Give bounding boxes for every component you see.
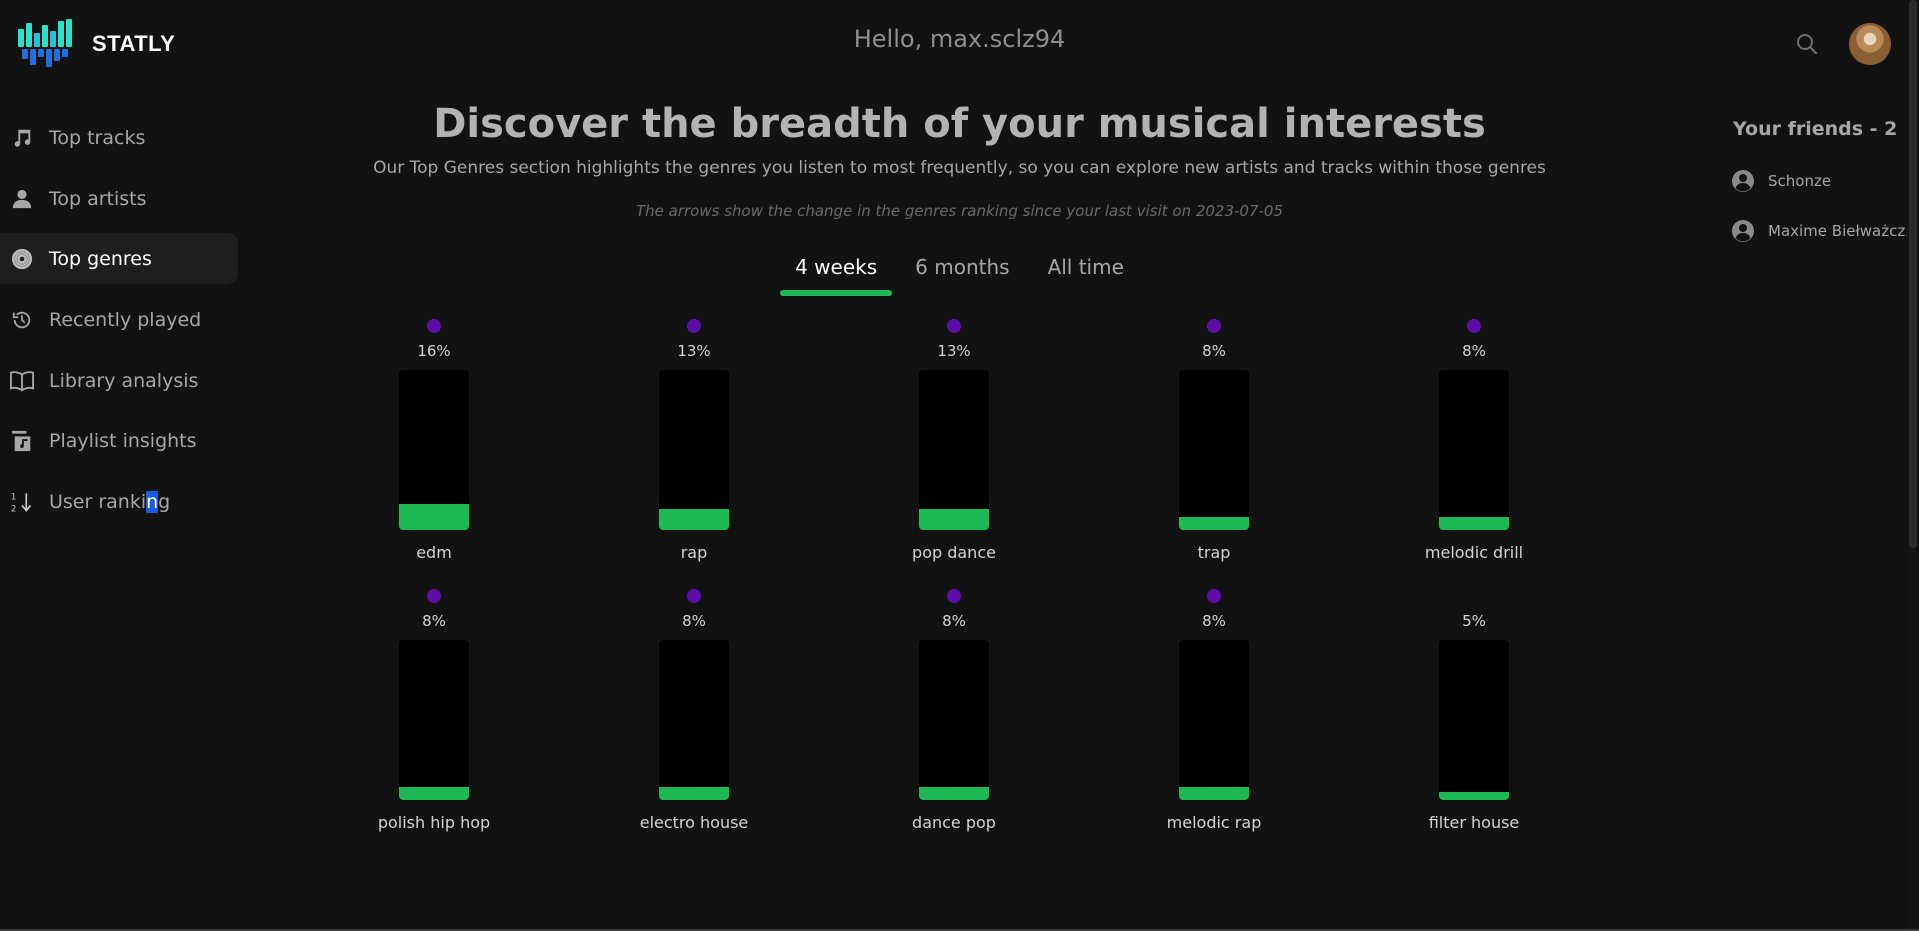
sidebar-item-library-analysis[interactable]: Library analysis bbox=[0, 355, 238, 406]
text-selection-highlight: n bbox=[146, 490, 159, 513]
genre-bar bbox=[1439, 640, 1509, 800]
genre-name: rap bbox=[680, 543, 708, 562]
genre-card[interactable]: 13% rap bbox=[614, 319, 774, 562]
genre-card[interactable]: 16% edm bbox=[354, 319, 514, 562]
genre-percent: 13% bbox=[937, 342, 971, 360]
genre-name: melodic drill bbox=[1424, 543, 1524, 562]
genre-percent: 5% bbox=[1462, 612, 1486, 630]
ranking-note: The arrows show the change in the genres… bbox=[635, 202, 1284, 220]
tab-4-weeks[interactable]: 4 weeks bbox=[780, 252, 893, 296]
genre-bar-fill bbox=[659, 509, 729, 530]
genre-bar bbox=[1179, 640, 1249, 800]
scrollbar-thumb[interactable] bbox=[1909, 0, 1917, 548]
genre-card[interactable]: 8% trap bbox=[1134, 319, 1294, 562]
genre-card[interactable]: 8% electro house bbox=[614, 589, 774, 832]
user-circle-icon bbox=[1731, 169, 1755, 193]
genre-name: filter house bbox=[1428, 813, 1520, 832]
genre-name: melodic rap bbox=[1166, 813, 1262, 832]
sidebar-item-recently-played[interactable]: Recently played bbox=[0, 294, 238, 345]
book-icon bbox=[10, 369, 34, 393]
genre-percent: 8% bbox=[1462, 342, 1486, 360]
genre-name: pop dance bbox=[912, 543, 996, 562]
svg-text:2: 2 bbox=[11, 504, 16, 514]
sidebar-item-label: Library analysis bbox=[49, 369, 199, 392]
ranking-indicator bbox=[687, 319, 701, 333]
sort-numeric-icon: 12 bbox=[10, 490, 34, 514]
genre-name: trap bbox=[1197, 543, 1231, 562]
genre-bar-fill bbox=[1179, 517, 1249, 530]
genre-card[interactable]: 8% melodic rap bbox=[1134, 589, 1294, 832]
genre-percent: 8% bbox=[422, 612, 446, 630]
genre-bar bbox=[399, 370, 469, 530]
genre-bar bbox=[1179, 370, 1249, 530]
genre-name: edm bbox=[416, 543, 452, 562]
friend-name: Schonze bbox=[1768, 172, 1832, 190]
avatar[interactable] bbox=[1849, 23, 1891, 65]
ranking-indicator bbox=[947, 319, 961, 333]
sidebar-item-playlist-insights[interactable]: Playlist insights bbox=[0, 415, 238, 466]
logo-bars-icon bbox=[18, 19, 84, 69]
genre-bar bbox=[919, 370, 989, 530]
svg-text:1: 1 bbox=[11, 492, 16, 502]
ranking-indicator bbox=[1467, 319, 1481, 333]
genre-card[interactable]: 8% polish hip hop bbox=[354, 589, 514, 832]
genre-percent: 16% bbox=[417, 342, 451, 360]
tab-all-time[interactable]: All time bbox=[1033, 252, 1139, 296]
genre-bar bbox=[399, 640, 469, 800]
friend-item[interactable]: Schonze bbox=[1731, 169, 1831, 193]
genre-bar-fill bbox=[1439, 517, 1509, 530]
genre-bar-fill bbox=[919, 787, 989, 800]
genre-name: dance pop bbox=[912, 813, 996, 832]
genre-card[interactable]: 8% melodic drill bbox=[1394, 319, 1554, 562]
genre-name: polish hip hop bbox=[377, 813, 491, 832]
genre-bar bbox=[659, 370, 729, 530]
genre-percent: 8% bbox=[1202, 612, 1226, 630]
ranking-indicator bbox=[1207, 319, 1221, 333]
genre-name: electro house bbox=[639, 813, 749, 832]
statly-logo[interactable]: STATLY bbox=[18, 19, 175, 69]
brand-name: STATLY bbox=[92, 31, 176, 56]
friends-title: Your friends - 2 bbox=[1733, 118, 1898, 140]
page-title: Discover the breadth of your musical int… bbox=[433, 101, 1486, 147]
genre-percent: 13% bbox=[677, 342, 711, 360]
genre-percent: 8% bbox=[942, 612, 966, 630]
genre-bar-fill bbox=[399, 504, 469, 530]
playlist-icon bbox=[10, 429, 34, 453]
genre-card[interactable]: 8% dance pop bbox=[874, 589, 1034, 832]
sidebar-item-user-ranking[interactable]: 12 User ranking bbox=[0, 476, 238, 527]
tab-6-months[interactable]: 6 months bbox=[900, 252, 1024, 296]
friend-name: Maxime Biełważcz... bbox=[1768, 222, 1919, 240]
time-range-tabs: 4 weeks 6 months All time bbox=[0, 252, 1919, 296]
friend-item[interactable]: Maxime Biełważcz... bbox=[1731, 219, 1919, 243]
ranking-indicator bbox=[1207, 589, 1221, 603]
genre-card[interactable]: 13% pop dance bbox=[874, 319, 1034, 562]
genre-bar bbox=[1439, 370, 1509, 530]
sidebar-item-label: User ranking bbox=[49, 490, 171, 513]
user-circle-icon bbox=[1731, 219, 1755, 243]
genre-bar-fill bbox=[1439, 792, 1509, 800]
genre-bar-fill bbox=[659, 787, 729, 800]
genre-percent: 8% bbox=[1202, 342, 1226, 360]
genre-bar-fill bbox=[399, 787, 469, 800]
scrollbar[interactable] bbox=[1907, 0, 1919, 931]
greeting-text: Hello, max.sclz94 bbox=[853, 25, 1066, 53]
search-icon[interactable] bbox=[1795, 32, 1819, 56]
ranking-indicator bbox=[687, 589, 701, 603]
ranking-indicator bbox=[427, 319, 441, 333]
ranking-indicator bbox=[947, 589, 961, 603]
genre-bar-fill bbox=[1179, 787, 1249, 800]
genre-percent: 8% bbox=[682, 612, 706, 630]
page-subtitle: Our Top Genres section highlights the ge… bbox=[373, 158, 1546, 178]
sidebar-item-label: Recently played bbox=[49, 308, 202, 331]
ranking-indicator bbox=[427, 589, 441, 603]
history-icon bbox=[10, 308, 34, 332]
genre-bar-fill bbox=[919, 509, 989, 530]
genre-card[interactable]: 5% filter house bbox=[1394, 589, 1554, 832]
genre-bar bbox=[919, 640, 989, 800]
sidebar-item-label: Playlist insights bbox=[49, 429, 197, 452]
genre-bar bbox=[659, 640, 729, 800]
